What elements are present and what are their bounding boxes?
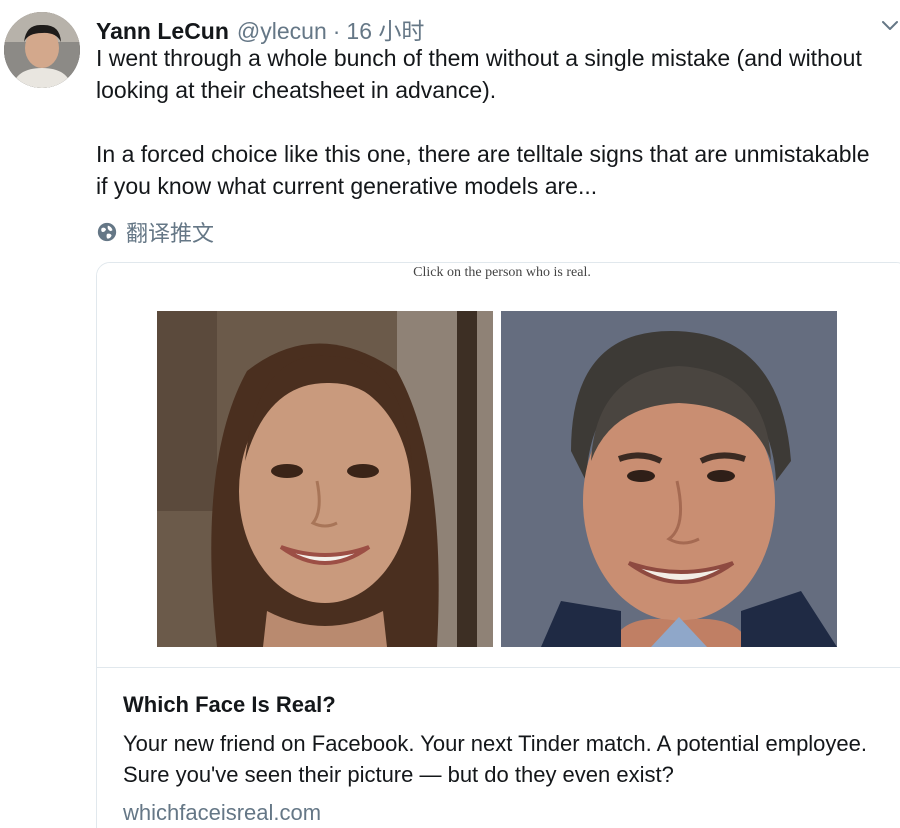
tweet-header: Yann LeCun @ylecun · 16 小时 (96, 12, 424, 44)
card-description: Your new friend on Facebook. Your next T… (123, 731, 868, 787)
card-info: Which Face Is Real? Your new friend on F… (97, 668, 900, 826)
author-name[interactable]: Yann LeCun (96, 18, 229, 45)
tweet: Yann LeCun @ylecun · 16 小时 I went throug… (0, 0, 900, 828)
tweet-paragraph: I went through a whole bunch of them wit… (96, 45, 862, 103)
translate-tweet-link[interactable]: 翻译推文 (96, 216, 214, 248)
avatar[interactable] (4, 12, 80, 88)
card-domain: whichfaceisreal.com (123, 800, 322, 825)
author-handle[interactable]: @ylecun (237, 18, 327, 45)
link-card[interactable]: Click on the person who is real. Which F… (96, 262, 900, 828)
globe-icon (97, 222, 117, 242)
timestamp[interactable]: 16 小时 (346, 12, 424, 46)
translate-label: 翻译推文 (126, 221, 215, 246)
face-image-right[interactable] (501, 311, 837, 647)
tweet-paragraph: In a forced choice like this one, there … (96, 141, 870, 199)
chevron-down-icon[interactable] (880, 16, 900, 36)
separator: · (332, 18, 341, 44)
face-image-left[interactable] (157, 311, 493, 647)
tweet-text: I went through a whole bunch of them wit… (96, 42, 886, 202)
media-caption: Click on the person who is real. (413, 265, 591, 280)
card-media[interactable]: Click on the person who is real. (97, 263, 900, 668)
card-title: Which Face Is Real? (123, 692, 336, 717)
